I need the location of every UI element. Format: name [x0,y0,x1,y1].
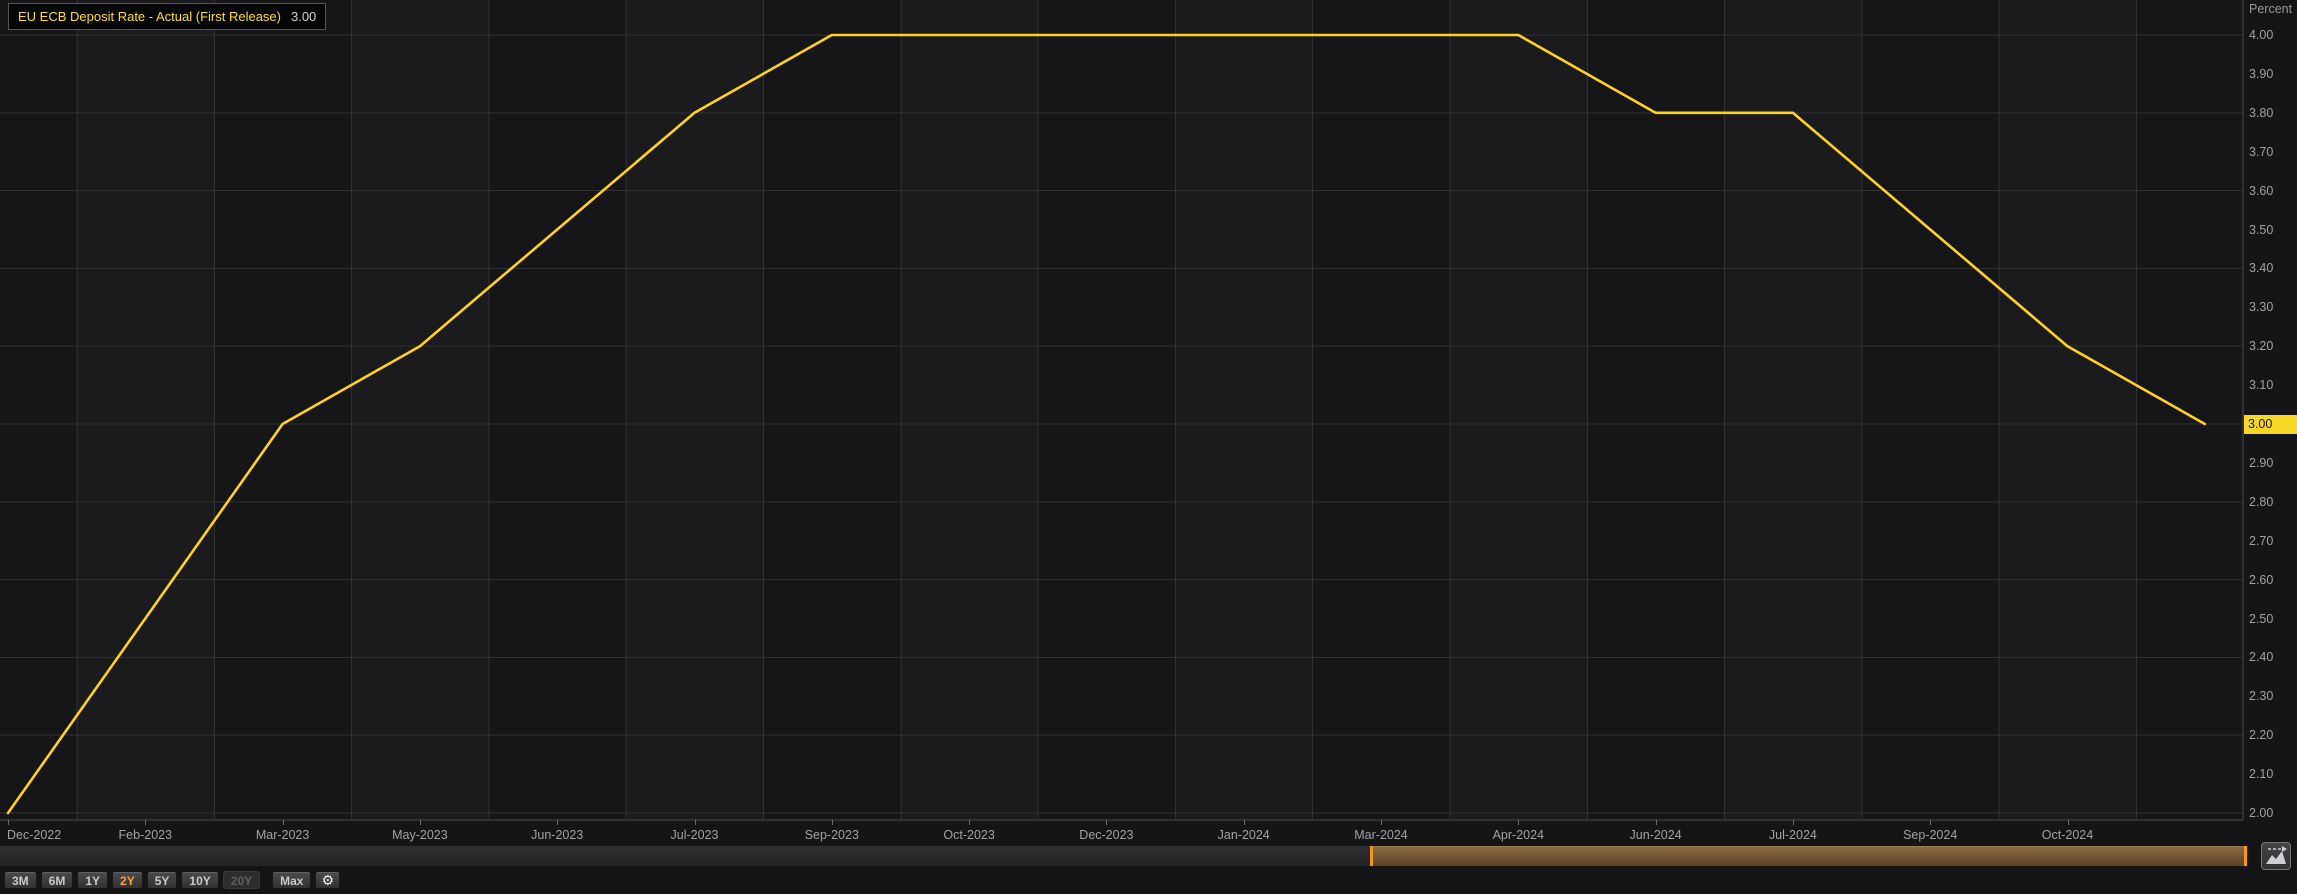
plot-band [1862,0,1999,820]
plot-band [1450,0,1587,820]
plot-band [489,0,626,820]
plot-band [0,0,77,820]
y-axis-label: 3.10 [2249,377,2295,393]
x-axis-label: Jul-2024 [1769,827,1817,843]
x-axis-tick [2068,820,2069,825]
range-button-3m[interactable]: 3M [4,871,37,889]
y-axis-label: 3.70 [2249,144,2295,160]
y-axis-label: 3.20 [2249,338,2295,354]
x-axis-label: Oct-2023 [943,827,994,843]
y-axis-label: 3.40 [2249,260,2295,276]
gear-icon[interactable]: ⚙ [315,871,340,889]
series-legend-label: EU ECB Deposit Rate - Actual (First Rele… [18,9,281,24]
x-axis-tick [8,820,9,825]
x-axis-tick [1244,820,1245,825]
y-axis-label: 3.30 [2249,299,2295,315]
x-axis-tick [832,820,833,825]
x-axis-tick [1930,820,1931,825]
y-axis-label: 2.60 [2249,572,2295,588]
x-axis-tick [1518,820,1519,825]
x-axis-label: Apr-2024 [1493,827,1544,843]
range-scrollbar[interactable] [0,846,2248,866]
x-axis-label: Jan-2024 [1218,827,1270,843]
range-scrollbar-selection[interactable] [1372,846,2246,866]
y-axis-label: 2.20 [2249,727,2295,743]
chart-export-icon [2262,843,2290,869]
x-axis-label: Sep-2024 [1903,827,1957,843]
plot-band [1587,0,1724,820]
export-chart-button[interactable] [2261,842,2291,870]
x-axis-tick [1793,820,1794,825]
plot-band [764,0,901,820]
x-axis-label: Jun-2024 [1630,827,1682,843]
plot-band [352,0,489,820]
y-axis-label: 3.90 [2249,66,2295,82]
range-scrollbar-right-handle[interactable] [2244,846,2247,866]
x-axis-tick [1381,820,1382,825]
current-value-marker: 3.00 [2244,415,2297,434]
plot-band [901,0,1038,820]
x-axis-tick [420,820,421,825]
x-axis-tick [557,820,558,825]
x-axis-label: May-2023 [392,827,448,843]
y-axis-label: 4.00 [2249,27,2295,43]
plot-band [1038,0,1175,820]
x-axis-tick [1106,820,1107,825]
x-axis-tick [695,820,696,825]
plot-band [2137,0,2244,820]
price-chart-plot[interactable] [0,0,2297,894]
y-axis-label: 3.80 [2249,105,2295,121]
x-axis-label: Mar-2023 [256,827,310,843]
y-axis-label: 2.90 [2249,455,2295,471]
x-axis-tick [969,820,970,825]
y-axis-label: 2.80 [2249,494,2295,510]
chart-window: EU ECB Deposit Rate - Actual (First Rele… [0,0,2297,894]
plot-band [214,0,351,820]
x-axis-label: Sep-2023 [805,827,859,843]
x-axis-label: Dec-2023 [1079,827,1133,843]
range-scrollbar-left-handle[interactable] [1370,846,1373,866]
y-axis-label: 2.50 [2249,611,2295,627]
x-axis-tick [1656,820,1657,825]
series-legend[interactable]: EU ECB Deposit Rate - Actual (First Rele… [8,3,326,30]
y-axis-label: 3.50 [2249,222,2295,238]
x-axis-label: Mar-2024 [1354,827,1408,843]
range-button-20y: 20Y [223,871,260,889]
y-axis-unit-label: Percent [2249,2,2292,16]
plot-band [77,0,214,820]
range-button-bar: 3M6M1Y2Y5Y10Y 20Y Max⚙ [4,871,340,889]
range-button-5y[interactable]: 5Y [147,871,178,889]
range-button-max[interactable]: Max [272,871,311,889]
x-axis-label: Jun-2023 [531,827,583,843]
y-axis-label: 2.70 [2249,533,2295,549]
plot-band [1313,0,1450,820]
x-axis-label: Dec-2022 [7,827,61,843]
plot-band [1999,0,2136,820]
plot-band [1725,0,1862,820]
y-axis-label: 3.60 [2249,183,2295,199]
x-axis-tick [283,820,284,825]
range-button-2y[interactable]: 2Y [112,871,143,889]
range-button-1y[interactable]: 1Y [77,871,108,889]
x-axis-label: Feb-2023 [119,827,173,843]
y-axis-label: 2.40 [2249,649,2295,665]
plot-band [626,0,763,820]
x-axis-tick [145,820,146,825]
x-axis-label: Jul-2023 [671,827,719,843]
range-button-6m[interactable]: 6M [41,871,74,889]
y-axis-label: 2.10 [2249,766,2295,782]
y-axis-label: 2.30 [2249,688,2295,704]
range-button-10y[interactable]: 10Y [181,871,218,889]
y-axis-label: 2.00 [2249,805,2295,821]
plot-band [1175,0,1312,820]
x-axis-label: Oct-2024 [2042,827,2093,843]
series-legend-value: 3.00 [291,9,316,24]
